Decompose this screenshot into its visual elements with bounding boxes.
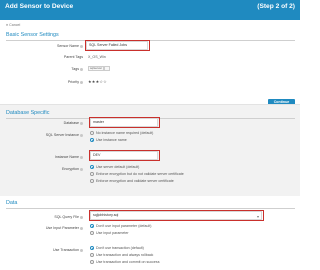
input-param-option-1[interactable]: Use input parameter [90, 231, 129, 236]
help-icon[interactable] [80, 80, 83, 84]
sensor-name-label: Sensor Name [3, 44, 83, 48]
radio-selected-icon [90, 246, 94, 251]
query-file-highlight [89, 210, 264, 221]
radio-selected-icon [90, 165, 94, 170]
query-file-label: SQL Query File [3, 215, 83, 219]
encryption-option-2[interactable]: Enforce encryption and validate server c… [90, 179, 174, 184]
encryption-label: Encryption [3, 167, 83, 171]
input-param-label: Use Input Parameter [3, 226, 83, 230]
radio-selected-icon [90, 224, 94, 229]
parent-tags-label: Parent Tags [63, 55, 83, 59]
parent-tags-value: X_OS_Win [88, 55, 106, 59]
input-param-option-0[interactable]: Don't use input parameter (default) [90, 224, 151, 229]
section-divider [6, 208, 295, 209]
step-indicator: (Step 2 of 2) [257, 3, 295, 10]
section-title-basic: Basic Sensor Settings [6, 32, 59, 38]
cancel-label: Cancel [9, 23, 21, 27]
help-icon[interactable] [80, 215, 83, 219]
section-title-database: Database Specific [6, 110, 50, 116]
transaction-label: Use Transaction [3, 248, 83, 252]
help-icon[interactable] [80, 226, 83, 230]
database-label: Database [3, 121, 83, 125]
sensor-name-highlight [85, 40, 150, 51]
transaction-option-0[interactable]: Don't use transaction (default) [90, 246, 144, 251]
transaction-option-2[interactable]: Use transaction and commit on success [90, 260, 160, 265]
radio-icon [90, 131, 94, 136]
tag-chip-empty[interactable] [104, 66, 110, 71]
help-icon[interactable] [80, 133, 83, 137]
tags-label: Tags [3, 67, 83, 71]
help-icon[interactable] [80, 155, 83, 159]
encryption-option-1[interactable]: Enforce encryption but do not validate s… [90, 172, 184, 177]
radio-icon [90, 231, 94, 236]
section-divider [6, 40, 295, 41]
priority-stars[interactable]: ★★★☆☆ [88, 79, 107, 84]
close-icon: × [6, 23, 9, 27]
section-title-data: Data [6, 200, 18, 206]
radio-icon [90, 253, 94, 258]
wizard-header: Add Sensor to Device (Step 2 of 2) [0, 0, 300, 20]
help-icon[interactable] [80, 44, 83, 48]
help-icon[interactable] [80, 67, 83, 71]
tag-chip[interactable]: sqlserver [88, 66, 105, 71]
help-icon[interactable] [80, 248, 83, 252]
radio-icon [90, 260, 94, 265]
radio-icon [90, 179, 94, 184]
cancel-link[interactable]: ×Cancel [6, 23, 20, 27]
radio-selected-icon [90, 138, 94, 143]
database-highlight [89, 117, 160, 128]
encryption-option-0[interactable]: Use server default (default) [90, 165, 139, 170]
help-icon[interactable] [80, 167, 83, 171]
instance-name-highlight [89, 150, 160, 161]
instance-name-label: Instance Name [3, 155, 83, 159]
page-title: Add Sensor to Device [5, 3, 74, 10]
instance-option-1[interactable]: Use instance name [90, 138, 127, 143]
help-icon[interactable] [80, 121, 83, 125]
priority-label: Priority [3, 80, 83, 84]
instance-label: SQL Server Instance [3, 133, 83, 137]
radio-icon [90, 172, 94, 177]
instance-option-0[interactable]: No instance name required (default) [90, 131, 153, 136]
transaction-option-1[interactable]: Use transaction and always rollback [90, 253, 153, 258]
